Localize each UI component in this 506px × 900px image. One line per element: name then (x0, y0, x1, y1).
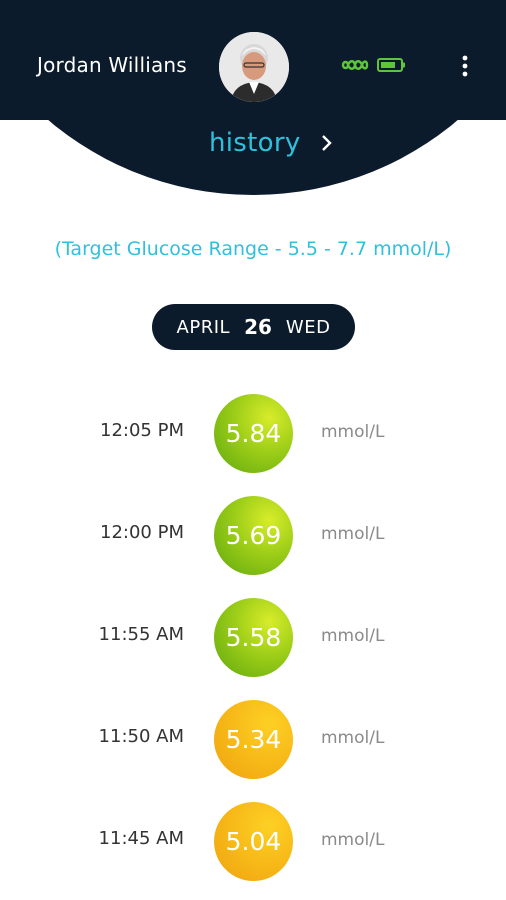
date-selector[interactable]: APRIL 26 WED (152, 304, 355, 350)
reading-value-badge[interactable]: 5.69 (214, 496, 293, 575)
reading-time: 12:05 PM (100, 420, 184, 441)
date-month: APRIL (176, 316, 231, 338)
reading-time: 12:00 PM (100, 522, 184, 543)
reading-value-badge[interactable]: 5.84 (214, 394, 293, 473)
reading-time: 11:45 AM (98, 828, 184, 849)
reading-row: 12:00 PM 5.69 mmol/L (0, 494, 506, 596)
history-link[interactable]: history (209, 128, 333, 158)
user-name: Jordan Willians (37, 53, 187, 77)
battery-icon (377, 57, 407, 77)
device-status (341, 57, 407, 77)
date-day: 26 (244, 315, 272, 339)
reading-unit: mmol/L (321, 728, 385, 748)
user-photo-icon (219, 32, 289, 102)
reading-value-badge[interactable]: 5.04 (214, 802, 293, 881)
reading-row: 12:05 PM 5.84 mmol/L (0, 392, 506, 494)
reading-row: 11:50 AM 5.34 mmol/L (0, 698, 506, 800)
reading-unit: mmol/L (321, 422, 385, 442)
reading-value-badge[interactable]: 5.58 (214, 598, 293, 677)
glucose-history-screen: Jordan Willians history (Target Glucose … (0, 0, 506, 900)
chevron-right-icon (321, 135, 332, 151)
vertical-dots-icon (462, 55, 468, 77)
reading-time: 11:55 AM (98, 624, 184, 645)
reading-unit: mmol/L (321, 524, 385, 544)
infinity-link-icon (341, 57, 369, 77)
reading-value-badge[interactable]: 5.34 (214, 700, 293, 779)
history-label: history (209, 128, 301, 158)
target-range-text: (Target Glucose Range - 5.5 - 7.7 mmol/L… (54, 238, 452, 260)
reading-time: 11:50 AM (98, 726, 184, 747)
reading-unit: mmol/L (321, 626, 385, 646)
more-options-button[interactable] (452, 52, 478, 80)
reading-row: 11:55 AM 5.58 mmol/L (0, 596, 506, 698)
date-weekday: WED (285, 316, 331, 338)
reading-row: 11:45 AM 5.04 mmol/L (0, 800, 506, 900)
readings-list: 12:05 PM 5.84 mmol/L 12:00 PM 5.69 mmol/… (0, 392, 506, 900)
reading-unit: mmol/L (321, 830, 385, 850)
avatar[interactable] (219, 32, 289, 102)
